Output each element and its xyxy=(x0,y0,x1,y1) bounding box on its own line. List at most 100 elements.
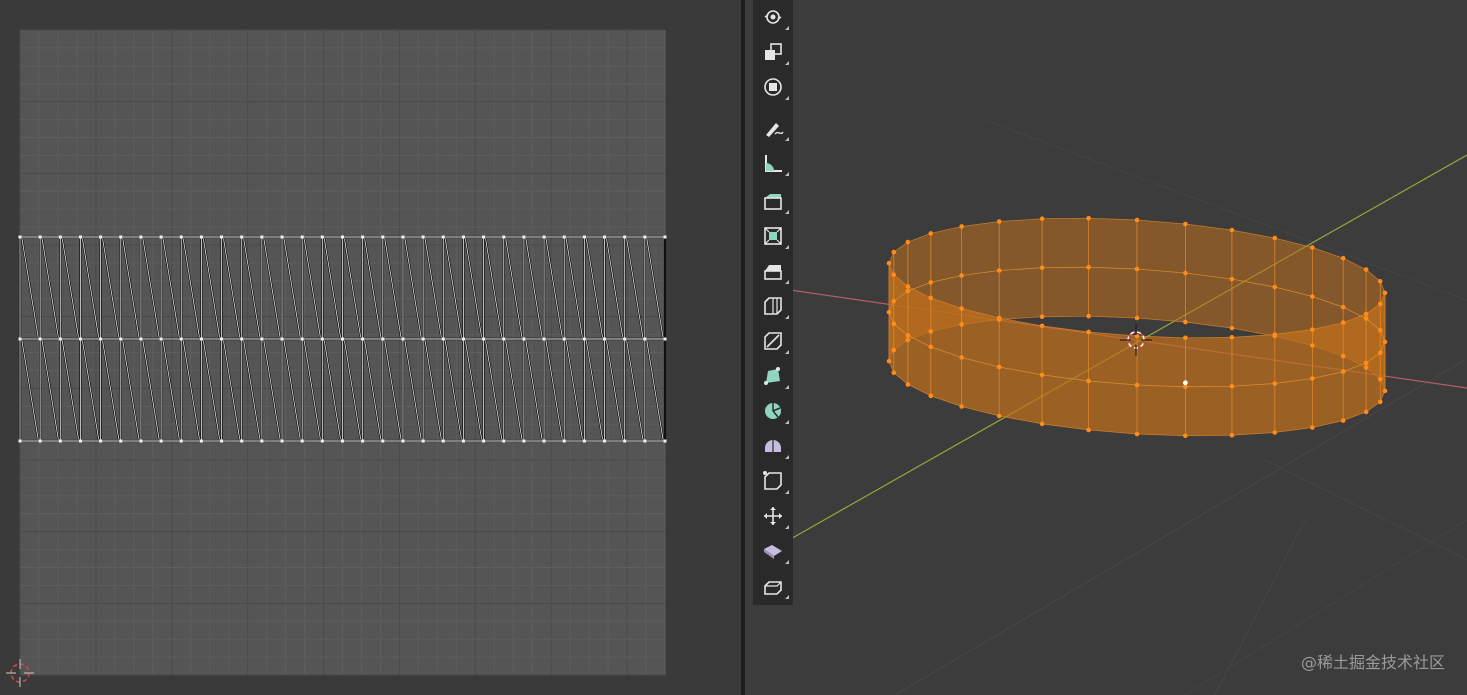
uv-vertex[interactable] xyxy=(623,439,627,443)
ring-vertex[interactable] xyxy=(891,370,897,376)
uv-vertex[interactable] xyxy=(603,337,607,341)
uv-vertex[interactable] xyxy=(38,235,42,239)
uv-vertex[interactable] xyxy=(643,337,647,341)
uv-vertex[interactable] xyxy=(58,235,62,239)
uv-vertex[interactable] xyxy=(240,337,244,341)
uv-vertex[interactable] xyxy=(320,235,324,239)
ring-vertex[interactable] xyxy=(1272,284,1278,290)
spin-tool-button[interactable] xyxy=(755,395,791,427)
uv-vertex[interactable] xyxy=(502,235,506,239)
ring-vertex[interactable] xyxy=(886,309,892,315)
uv-vertex[interactable] xyxy=(78,235,82,239)
uv-vertex[interactable] xyxy=(99,337,103,341)
uv-vertex[interactable] xyxy=(502,337,506,341)
uv-vertex[interactable] xyxy=(179,235,183,239)
poly-build-tool-button[interactable] xyxy=(755,360,791,392)
uv-vertex[interactable] xyxy=(421,439,425,443)
shear-tool-button[interactable] xyxy=(755,535,791,567)
ring-vertex[interactable] xyxy=(1183,270,1188,276)
uv-vertex[interactable] xyxy=(663,439,667,443)
uv-vertex[interactable] xyxy=(341,235,344,239)
ring-vertex[interactable] xyxy=(959,404,964,409)
edge-slide-tool-button[interactable] xyxy=(755,465,791,497)
ring-vertex[interactable] xyxy=(1086,264,1091,270)
uv-vertex[interactable] xyxy=(663,235,667,239)
ring-vertex[interactable] xyxy=(1382,339,1388,345)
ring-vertex[interactable] xyxy=(1377,327,1383,333)
uv-vertex[interactable] xyxy=(199,439,203,443)
ring-vertex[interactable] xyxy=(1340,418,1346,423)
uv-vertex[interactable] xyxy=(623,337,627,341)
ring-vertex[interactable] xyxy=(1340,255,1346,261)
uv-vertex[interactable] xyxy=(401,235,405,239)
uv-vertex[interactable] xyxy=(220,235,224,239)
ring-vertex[interactable] xyxy=(1272,381,1278,386)
uv-vertex[interactable] xyxy=(220,439,224,443)
uv-vertex[interactable] xyxy=(401,337,405,341)
uv-vertex[interactable] xyxy=(99,439,103,443)
ring-vertex[interactable] xyxy=(1310,245,1315,250)
ring-vertex[interactable] xyxy=(1310,327,1315,332)
uv-vertex[interactable] xyxy=(159,235,163,239)
ring-vertex[interactable] xyxy=(1363,365,1369,370)
smooth-tool-button[interactable] xyxy=(755,430,791,462)
ring-vertex[interactable] xyxy=(891,249,897,255)
uv-vertex[interactable] xyxy=(159,439,163,443)
uv-vertex[interactable] xyxy=(562,235,566,239)
uv-vertex[interactable] xyxy=(522,235,526,239)
ring-vertex[interactable] xyxy=(1134,266,1140,272)
uv-vertex[interactable] xyxy=(361,439,365,443)
uv-vertex[interactable] xyxy=(542,235,546,239)
uv-vertex[interactable] xyxy=(482,337,486,341)
ring-vertex[interactable] xyxy=(959,224,964,229)
uv-vertex[interactable] xyxy=(18,439,22,443)
uv-vertex[interactable] xyxy=(582,337,586,341)
uv-vertex[interactable] xyxy=(441,235,445,239)
extrude-region-tool-button[interactable] xyxy=(755,185,791,217)
uv-vertex[interactable] xyxy=(119,337,123,341)
ring-vertex[interactable] xyxy=(905,382,911,387)
ring-vertex[interactable] xyxy=(1363,316,1369,321)
ring-vertex[interactable] xyxy=(1377,376,1383,382)
ring-vertex[interactable] xyxy=(1363,360,1369,366)
ring-vertex[interactable] xyxy=(1183,221,1188,227)
ring-vertex[interactable] xyxy=(1039,265,1045,271)
uv-vertex[interactable] xyxy=(179,337,183,341)
uv-vertex[interactable] xyxy=(381,337,385,341)
knife-tool-button[interactable] xyxy=(755,325,791,357)
ring-vertex[interactable] xyxy=(1229,227,1235,233)
ring-vertex[interactable] xyxy=(1229,334,1235,340)
uv-vertex[interactable] xyxy=(421,235,425,239)
ring-vertex[interactable] xyxy=(1134,431,1140,437)
uv-vertex[interactable] xyxy=(582,439,586,443)
uv-vertex[interactable] xyxy=(461,439,465,443)
ring-vertex[interactable] xyxy=(1340,320,1346,325)
uv-vertex[interactable] xyxy=(38,439,42,443)
uv-vertex[interactable] xyxy=(421,337,425,341)
ring-vertex[interactable] xyxy=(1229,432,1235,438)
uv-vertex[interactable] xyxy=(18,337,22,341)
uv-vertex[interactable] xyxy=(119,439,123,443)
uv-vertex[interactable] xyxy=(542,337,546,341)
ring-vertex[interactable] xyxy=(996,219,1002,224)
uv-canvas[interactable] xyxy=(0,0,741,695)
ring-vertex[interactable] xyxy=(891,347,897,353)
uv-vertex[interactable] xyxy=(280,235,284,239)
ring-vertex[interactable] xyxy=(959,322,964,327)
uv-vertex[interactable] xyxy=(300,235,304,239)
ring-vertex[interactable] xyxy=(1229,383,1235,389)
bevel-tool-button[interactable] xyxy=(755,255,791,287)
ring-vertex[interactable] xyxy=(1039,314,1045,320)
uv-vertex[interactable] xyxy=(562,337,566,341)
ring-vertex[interactable] xyxy=(1340,353,1346,359)
ring-vertex[interactable] xyxy=(928,280,934,285)
uv-vertex[interactable] xyxy=(381,439,385,443)
uv-vertex[interactable] xyxy=(139,235,143,239)
ring-vertex[interactable] xyxy=(1382,290,1388,296)
ring-vertex[interactable] xyxy=(959,306,964,311)
uv-vertex[interactable] xyxy=(361,235,365,239)
ring-vertex[interactable] xyxy=(1382,388,1388,394)
ring-vertex[interactable] xyxy=(1363,267,1369,272)
uv-vertex[interactable] xyxy=(280,439,284,443)
uv-vertex[interactable] xyxy=(361,337,365,341)
